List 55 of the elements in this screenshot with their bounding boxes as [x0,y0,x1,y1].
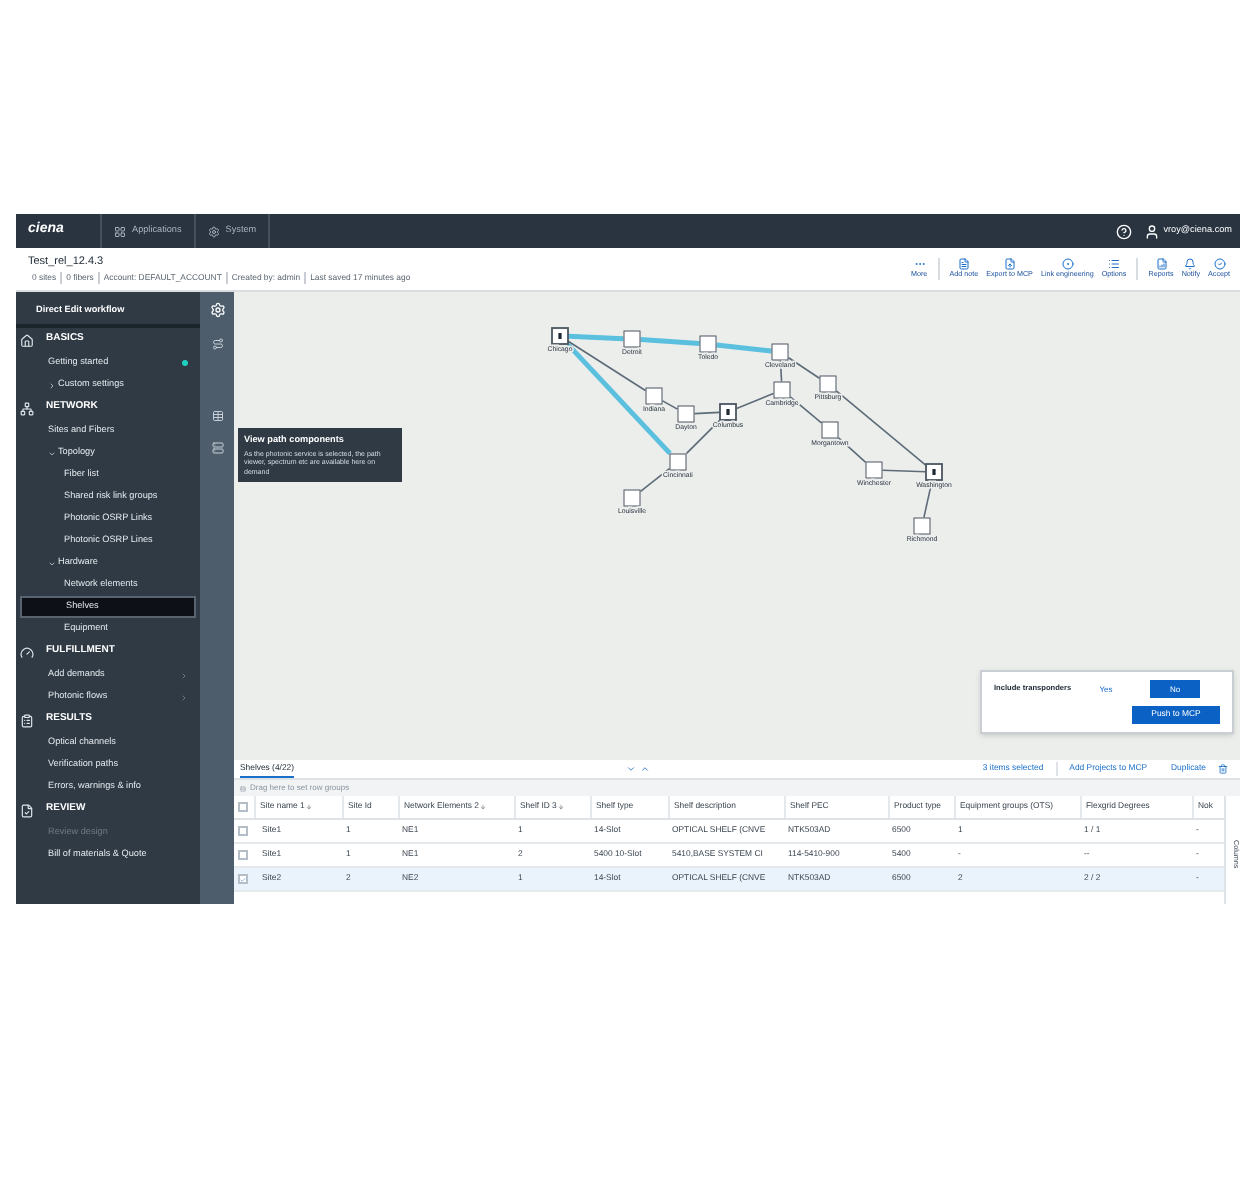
toolbar-icon [957,257,970,270]
fiber-link[interactable] [716,342,772,354]
toolbar-icon [1108,257,1121,270]
section-icon [20,803,34,817]
chevron-up-icon[interactable] [640,764,651,774]
row-checkbox[interactable] [238,850,248,860]
fiber-link[interactable] [881,469,927,473]
user-icon[interactable] [1143,223,1160,239]
site-node[interactable] [623,489,641,507]
site-node[interactable] [699,335,717,353]
toolbar-icon [1003,257,1016,270]
site-node[interactable] [677,405,695,423]
section-icon [20,645,34,659]
toolbar-icon [1184,257,1197,270]
fiber-link[interactable] [640,337,700,346]
apps-icon [114,225,126,237]
site-node[interactable] [669,453,687,471]
endpoint-mark [932,469,936,475]
server-icon[interactable] [211,442,223,454]
site-node[interactable] [719,403,737,421]
endpoint-mark [726,409,730,415]
fiber-link[interactable] [661,400,679,410]
toolbar-icon [1213,257,1225,270]
site-node[interactable] [925,463,943,481]
settings-icon [207,225,220,237]
sort-icon [306,804,313,810]
section-icon [20,401,34,415]
check-icon [240,875,246,883]
toolbar-icon [1061,257,1074,270]
site-node[interactable] [623,330,641,348]
help-icon[interactable] [1115,223,1132,239]
site-node[interactable] [913,517,931,535]
header-checkbox[interactable] [238,802,248,812]
endpoint-mark [558,333,562,339]
table-icon[interactable] [211,410,223,422]
site-node[interactable] [551,327,569,345]
group-icon [240,785,246,791]
settings-icon[interactable] [209,302,225,318]
row-checkbox[interactable] [238,826,248,836]
fiber-link[interactable] [693,411,721,415]
site-node[interactable] [819,375,837,393]
site-node[interactable] [773,381,791,399]
site-node[interactable] [865,461,883,479]
sort-icon [480,804,487,810]
site-node[interactable] [821,421,839,439]
chevron-down-icon[interactable] [626,764,637,774]
row-checkbox[interactable] [238,874,248,884]
trash-icon[interactable] [1218,764,1228,774]
site-node[interactable] [645,387,663,405]
toolbar-icon [1155,257,1168,270]
site-node[interactable] [771,343,789,361]
sort-icon [558,804,565,810]
section-icon [20,713,34,727]
route-icon[interactable] [211,338,223,350]
section-icon [20,333,34,347]
